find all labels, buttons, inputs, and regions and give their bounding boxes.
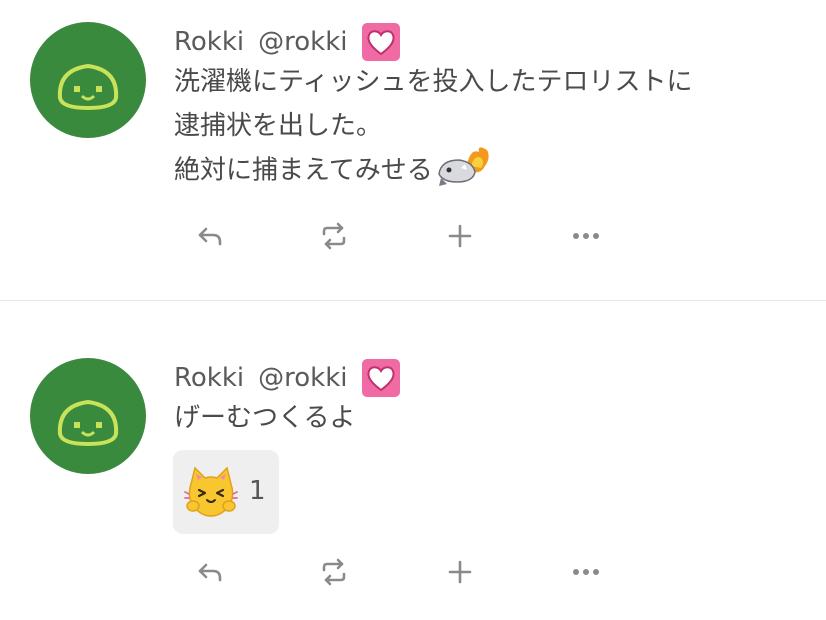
note-divider bbox=[0, 300, 826, 301]
excited-cat-icon bbox=[184, 466, 238, 517]
slime-face-icon bbox=[57, 399, 119, 447]
note-actions bbox=[174, 216, 614, 256]
add-reaction-button[interactable] bbox=[424, 552, 496, 592]
plus-icon bbox=[448, 224, 472, 248]
reaction-button[interactable]: 1 bbox=[173, 450, 279, 534]
username[interactable]: @rokki bbox=[258, 363, 347, 393]
note: Rokki @rokki 洗濯機にティッシュを投入したテロリストに 逮捕状を出し… bbox=[0, 0, 826, 300]
reply-icon bbox=[198, 227, 222, 246]
note-actions bbox=[174, 552, 614, 592]
heart-badge-icon bbox=[361, 23, 400, 61]
avatar[interactable] bbox=[30, 22, 146, 138]
heart-badge-icon bbox=[361, 359, 400, 397]
reply-button[interactable] bbox=[174, 216, 246, 256]
note: Rokki @rokki げーむつくるよ 1 bbox=[0, 302, 826, 620]
more-button[interactable] bbox=[550, 552, 622, 592]
note-text-line: 逮捕状を出した。 bbox=[174, 111, 383, 141]
note-header: Rokki @rokki bbox=[174, 22, 400, 62]
note-text: 洗濯機にティッシュを投入したテロリストに 逮捕状を出した。 絶対に捕まえてみせる bbox=[174, 60, 692, 192]
display-name[interactable]: Rokki bbox=[174, 363, 244, 393]
renote-icon bbox=[322, 222, 346, 250]
note-text-line: げーむつくるよ bbox=[174, 403, 356, 433]
username[interactable]: @rokki bbox=[258, 27, 347, 57]
note-text-line-content: 絶対に捕まえてみせる bbox=[174, 155, 433, 186]
renote-button[interactable] bbox=[298, 552, 370, 592]
add-reaction-button[interactable] bbox=[424, 216, 496, 256]
note-text-line: 絶対に捕まえてみせる bbox=[174, 147, 692, 192]
reply-button[interactable] bbox=[174, 552, 246, 592]
note-header: Rokki @rokki bbox=[174, 358, 400, 398]
note-text-line: 洗濯機にティッシュを投入したテロリストに bbox=[174, 67, 693, 97]
more-icon bbox=[573, 233, 599, 239]
renote-button[interactable] bbox=[298, 216, 370, 256]
note-text: げーむつくるよ bbox=[174, 396, 355, 440]
display-name[interactable]: Rokki bbox=[174, 27, 244, 57]
renote-icon bbox=[322, 558, 346, 586]
more-button[interactable] bbox=[550, 216, 622, 256]
slime-face-icon bbox=[57, 63, 119, 111]
more-icon bbox=[573, 569, 599, 575]
plus-icon bbox=[448, 560, 472, 584]
reply-icon bbox=[198, 563, 222, 582]
reaction-count: 1 bbox=[249, 476, 266, 506]
burning-creature-icon bbox=[433, 144, 491, 190]
avatar[interactable] bbox=[30, 358, 146, 474]
